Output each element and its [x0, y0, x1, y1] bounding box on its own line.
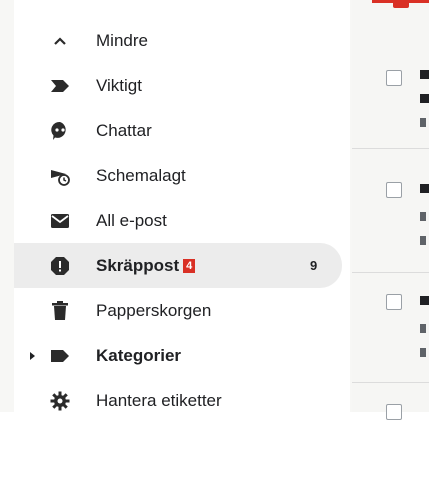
- sender-text-fragment: [420, 184, 429, 193]
- scheduled-send-icon: [50, 166, 70, 186]
- row-checkbox[interactable]: [386, 294, 402, 310]
- spam-icon: [50, 256, 70, 276]
- all-mail-icon: [50, 211, 70, 231]
- sender-text-fragment: [420, 70, 429, 79]
- sidebar-item-categories[interactable]: Kategorier: [14, 333, 350, 378]
- app-window: Mindre Viktigt Chattar Schemalagt All e-…: [0, 0, 429, 420]
- mail-row[interactable]: [352, 56, 429, 149]
- sidebar-item-chats[interactable]: Chattar: [14, 108, 350, 153]
- subject-text-fragment: [420, 324, 426, 333]
- sidebar-item-label: Papperskorgen: [96, 300, 212, 320]
- snippet-text-fragment: [420, 118, 426, 127]
- sidebar-item-scheduled[interactable]: Schemalagt: [14, 153, 350, 198]
- row-checkbox[interactable]: [386, 70, 402, 86]
- sidebar-item-label: Schemalagt: [96, 165, 186, 185]
- subject-text-fragment: [420, 94, 429, 103]
- primary-tab-icon[interactable]: [393, 0, 409, 8]
- snippet-text-fragment: [420, 236, 426, 245]
- chat-icon: [50, 121, 70, 141]
- spam-label-text: Skräppost: [96, 255, 180, 275]
- sidebar-item-label: Viktigt: [96, 75, 142, 95]
- important-label-icon: [50, 76, 70, 96]
- expand-arrow-icon[interactable]: [30, 351, 35, 360]
- sidebar-item-trash[interactable]: Papperskorgen: [14, 288, 350, 333]
- sidebar-item-manage-labels[interactable]: Hantera etiketter: [14, 378, 350, 423]
- sender-text-fragment: [420, 296, 429, 305]
- sidebar-item-label: All e-post: [96, 210, 167, 230]
- sidebar-item-all-mail[interactable]: All e-post: [14, 198, 350, 243]
- sidebar: Mindre Viktigt Chattar Schemalagt All e-…: [14, 0, 362, 412]
- spam-badge: 4: [183, 258, 196, 273]
- sidebar-item-label: Chattar: [96, 120, 152, 140]
- chevron-up-icon: [50, 31, 70, 51]
- settings-gear-icon: [50, 391, 70, 411]
- sidebar-nav: Mindre Viktigt Chattar Schemalagt All e-…: [14, 18, 350, 423]
- subject-text-fragment: [420, 212, 426, 221]
- sidebar-item-label: Skräppost 4: [96, 255, 196, 276]
- mail-row[interactable]: [352, 396, 429, 488]
- sidebar-item-label: Mindre: [96, 30, 148, 50]
- sidebar-item-less[interactable]: Mindre: [14, 18, 350, 63]
- row-checkbox[interactable]: [386, 182, 402, 198]
- mail-row[interactable]: [352, 180, 429, 273]
- category-label-icon: [50, 346, 70, 366]
- sidebar-item-label: Kategorier: [96, 345, 182, 365]
- sidebar-item-important[interactable]: Viktigt: [14, 63, 350, 108]
- row-checkbox[interactable]: [386, 404, 402, 420]
- sidebar-item-label: Hantera etiketter: [96, 390, 222, 410]
- trash-icon: [50, 300, 70, 321]
- unread-count: 9: [310, 258, 318, 273]
- snippet-text-fragment: [420, 348, 426, 357]
- mail-row[interactable]: [352, 290, 429, 383]
- sidebar-item-spam[interactable]: Skräppost 4 9: [14, 243, 342, 288]
